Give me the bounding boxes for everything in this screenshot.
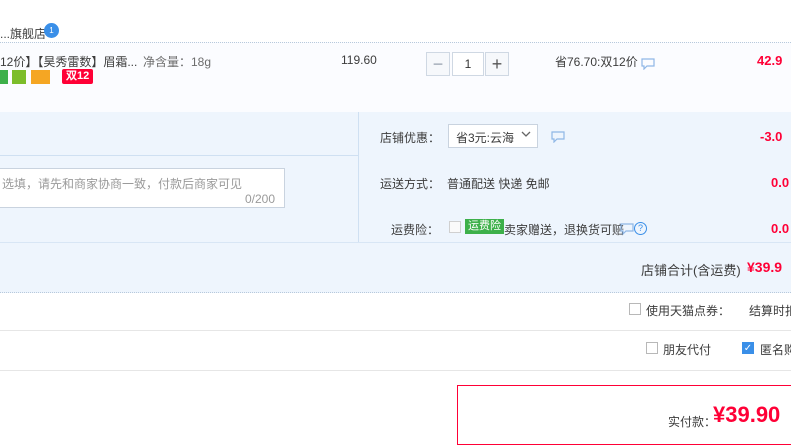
item-total-price: 42.9 [757,53,783,68]
item-spec: 净含量：18g [143,55,212,69]
item-title[interactable]: 12价】【昊秀雷数】眉霜... [0,53,137,70]
insurance-tag: 运费险 [465,219,504,234]
shipping-label: 运送方式： [380,177,441,191]
insurance-amount: 0.0 [771,221,790,236]
chat-icon[interactable] [551,131,565,143]
divider [358,112,359,242]
payment-label: 实付款： [668,415,717,429]
payment-amount: ¥39.90 [713,402,781,427]
green-tag-icon [0,70,8,84]
friend-pay-checkbox[interactable] [646,342,658,354]
anonymous-purchase-label[interactable]: 匿名购 [760,341,791,358]
coupon-selected-value: 省3元:云海 [456,131,515,145]
item-unit-price: 119.60 [341,53,377,67]
android-tag-icon [12,70,26,84]
coupon-amount: -3.0 [760,129,783,144]
divider [0,370,791,371]
insurance-checkbox[interactable] [449,221,461,233]
divider [0,242,791,243]
shipping-amount: 0.0 [771,175,790,190]
card-tag-icon [31,70,50,84]
store-chat-icon[interactable]: 1 [44,23,59,38]
memo-char-count: 0/200 [245,192,276,206]
store-total-label: 店铺合计(含运费) [641,263,741,278]
item-discount-text: 省76.70:双12价 [555,55,638,69]
store-total-amount: ¥39.9 [747,259,783,275]
help-icon[interactable]: ? [634,222,647,235]
friend-pay-label[interactable]: 朋友代付 [663,341,711,358]
coupon-label: 店铺优惠： [380,131,441,145]
store-name[interactable]: ...旗舰店 [0,25,46,42]
insurance-label: 运费险： [391,223,440,237]
memo-placeholder: 选填，请先和商家协商一致，付款后商家可见 [2,177,243,191]
quantity-decrease-button[interactable]: − [426,52,450,76]
divider [0,330,791,331]
tmall-points-label[interactable]: 使用天猫点券： [646,302,730,319]
chat-icon[interactable] [641,58,655,70]
settle-note: 结算时扣 [749,304,791,318]
shipping-method: 普通配送 快递 免邮 [447,177,550,191]
tmall-points-checkbox[interactable] [629,303,641,315]
chevron-down-icon [521,131,531,137]
quantity-input[interactable]: 1 [452,52,484,76]
divider [0,155,358,156]
insurance-description: 卖家赠送，退换货可赔 [504,223,625,237]
quantity-increase-button[interactable]: + [485,52,509,76]
anonymous-purchase-checkbox[interactable]: ✓ [742,342,754,354]
chat-icon[interactable] [620,223,634,235]
promo-badge: 双12 [62,69,94,84]
